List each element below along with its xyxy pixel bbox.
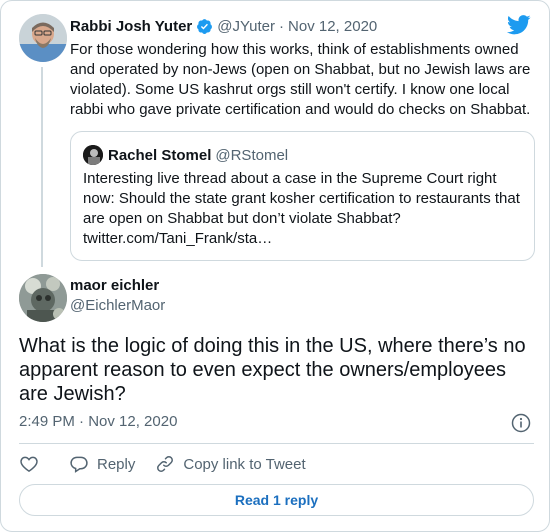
quoted-tweet-header: Rachel Stomel @RStomel bbox=[83, 145, 288, 165]
main-author-handle[interactable]: @EichlerMaor bbox=[70, 297, 165, 314]
tweet-actions: Reply Copy link to Tweet bbox=[19, 453, 326, 475]
parent-tweet-text: For those wondering how this works, thin… bbox=[70, 41, 531, 118]
parent-tweet-date[interactable]: Nov 12, 2020 bbox=[288, 18, 377, 35]
main-tweet-text: What is the logic of doing this in the U… bbox=[19, 335, 526, 405]
quoted-author-handle: @RStomel bbox=[215, 146, 289, 164]
copy-link-label: Copy link to Tweet bbox=[183, 455, 306, 473]
quoted-author-name: Rachel Stomel bbox=[108, 146, 212, 164]
reply-button[interactable]: Reply bbox=[69, 454, 135, 474]
copy-link-button[interactable]: Copy link to Tweet bbox=[155, 454, 306, 474]
quoted-tweet[interactable]: Rachel Stomel @RStomel Interesting live … bbox=[70, 131, 535, 261]
parent-author-name[interactable]: Rabbi Josh Yuter bbox=[70, 18, 192, 35]
read-replies-button[interactable]: Read 1 reply bbox=[19, 484, 534, 516]
parent-author-avatar[interactable] bbox=[19, 14, 67, 62]
main-author-avatar[interactable] bbox=[19, 274, 67, 322]
main-tweet-timestamp[interactable]: 2:49 PM · Nov 12, 2020 bbox=[19, 413, 177, 430]
reply-icon bbox=[70, 456, 88, 473]
twitter-bird-icon[interactable] bbox=[507, 15, 531, 35]
separator-dot: · bbox=[279, 17, 285, 35]
thread-connector-line bbox=[41, 67, 43, 267]
quoted-tweet-text: Interesting live thread about a case in … bbox=[83, 170, 520, 247]
tweet-embed-card: Rabbi Josh Yuter @JYuter · Nov 12, 2020 … bbox=[0, 0, 550, 532]
actions-divider bbox=[19, 443, 534, 444]
link-icon bbox=[157, 456, 174, 472]
info-icon[interactable] bbox=[511, 413, 531, 433]
reply-label: Reply bbox=[97, 455, 136, 473]
quoted-author-avatar bbox=[83, 145, 103, 165]
parent-tweet-header: Rabbi Josh Yuter @JYuter · Nov 12, 2020 bbox=[70, 16, 377, 36]
main-author-name[interactable]: maor eichler bbox=[70, 277, 159, 294]
heart-icon bbox=[20, 456, 38, 472]
parent-author-handle[interactable]: @JYuter bbox=[217, 18, 275, 35]
verified-badge-icon bbox=[197, 18, 213, 34]
like-button[interactable] bbox=[19, 454, 39, 474]
